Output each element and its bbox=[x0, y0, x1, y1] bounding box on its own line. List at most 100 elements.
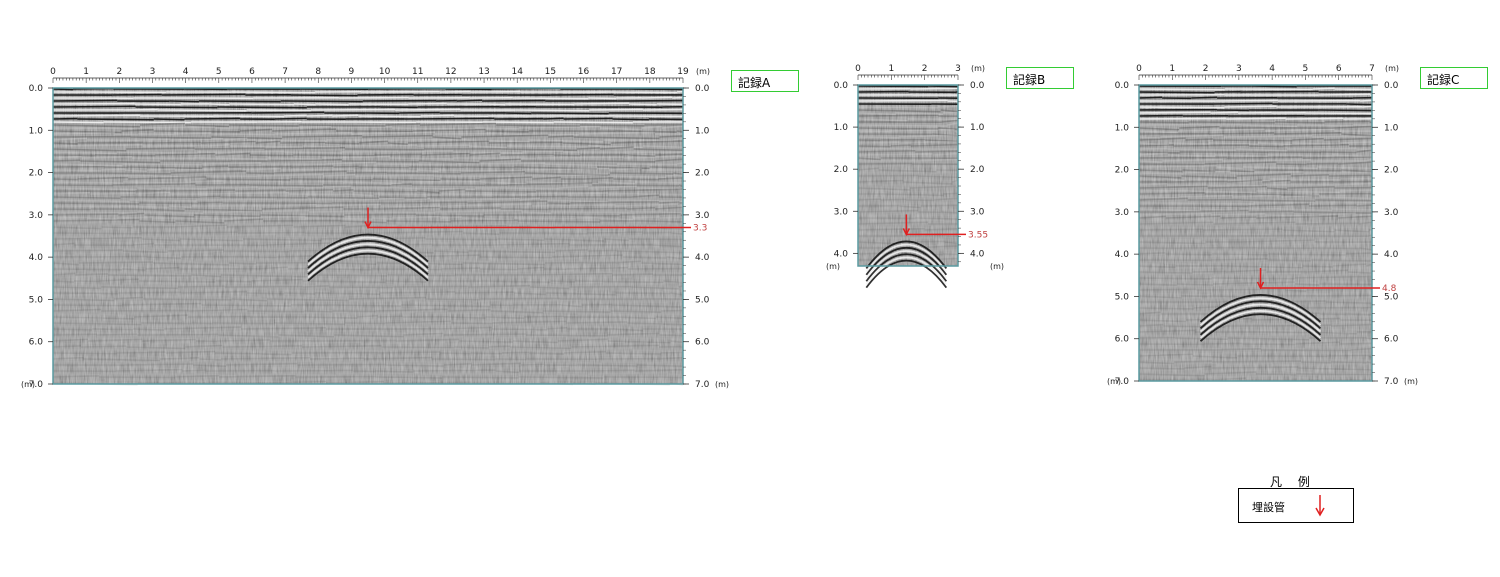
reflection-band bbox=[284, 152, 342, 153]
reflection-band bbox=[451, 323, 492, 324]
reflection-band bbox=[1306, 113, 1372, 114]
reflection-band bbox=[229, 104, 294, 105]
reflection-band bbox=[169, 101, 199, 102]
reflection-band bbox=[421, 115, 454, 116]
reflection-band bbox=[858, 137, 899, 138]
reflection-band bbox=[637, 188, 676, 189]
reflection-band bbox=[566, 337, 587, 338]
reflection-band bbox=[1209, 143, 1258, 144]
reflection-band bbox=[255, 361, 312, 362]
reflection-band bbox=[294, 104, 315, 105]
reflection-band bbox=[932, 172, 958, 173]
x-tick-label: 15 bbox=[545, 67, 556, 77]
reflection-band bbox=[304, 317, 357, 318]
reflection-band bbox=[533, 325, 563, 326]
reflection-band bbox=[574, 296, 620, 297]
reflection-band bbox=[928, 86, 958, 87]
reflection-band bbox=[1319, 284, 1372, 285]
reflection-band bbox=[231, 92, 315, 93]
reflection-band bbox=[660, 217, 683, 218]
reflection-band bbox=[213, 116, 284, 117]
x-tick-label: 6 bbox=[1336, 64, 1342, 74]
reflection-band bbox=[53, 115, 140, 116]
reflection-band bbox=[247, 259, 300, 260]
reflection-band bbox=[345, 149, 424, 150]
reflection-band bbox=[440, 217, 461, 218]
reflection-band bbox=[175, 169, 242, 170]
reflection-band bbox=[1268, 260, 1311, 261]
depth-tick-label-left: 0.0 bbox=[1115, 81, 1130, 91]
reflection-band bbox=[858, 115, 938, 116]
reflection-band bbox=[397, 202, 468, 203]
reflection-band bbox=[280, 142, 325, 143]
reflection-band bbox=[329, 305, 401, 306]
reflection-band bbox=[354, 191, 418, 192]
x-tick-label: 2 bbox=[922, 64, 928, 74]
reflection-band bbox=[1139, 197, 1179, 198]
reflection-band bbox=[574, 103, 629, 104]
reflection-band bbox=[547, 203, 570, 204]
reflection-band bbox=[1139, 278, 1212, 279]
reflection-band bbox=[53, 259, 82, 260]
reflection-band bbox=[1303, 266, 1333, 267]
reflection-band bbox=[1174, 361, 1212, 362]
reflection-band bbox=[619, 368, 655, 369]
reflection-band bbox=[92, 329, 133, 330]
reflection-band bbox=[324, 269, 371, 270]
reflection-band bbox=[53, 269, 122, 270]
reflection-band bbox=[206, 179, 290, 180]
reflection-band bbox=[247, 110, 311, 111]
reflection-band bbox=[169, 374, 195, 375]
reflection-band bbox=[1211, 259, 1268, 260]
depth-tick-label-left: 5.0 bbox=[1115, 292, 1130, 302]
reflection-band bbox=[337, 295, 363, 296]
reflection-band bbox=[1336, 172, 1372, 173]
reflection-band bbox=[386, 281, 427, 282]
reflection-band bbox=[354, 170, 418, 171]
reflection-band bbox=[522, 151, 563, 152]
reflection-band bbox=[1256, 374, 1296, 375]
reflection-band bbox=[389, 244, 432, 245]
reflection-band bbox=[53, 175, 84, 176]
reflection-band bbox=[275, 199, 358, 200]
reflection-band bbox=[580, 125, 644, 126]
x-unit-label: (m) bbox=[1385, 64, 1399, 73]
reflection-band bbox=[178, 295, 229, 296]
reflection-band bbox=[1268, 155, 1333, 156]
depth-tick-label-left: 0.0 bbox=[29, 84, 44, 94]
reflection-band bbox=[147, 169, 175, 170]
reflection-band bbox=[644, 356, 683, 357]
reflection-band bbox=[635, 272, 683, 273]
reflection-band bbox=[247, 311, 304, 312]
reflection-band bbox=[53, 203, 139, 204]
reflection-band bbox=[204, 229, 293, 230]
reflection-band bbox=[1139, 311, 1208, 312]
reflection-band bbox=[117, 217, 152, 218]
reflection-band bbox=[1249, 211, 1294, 212]
reflection-band bbox=[513, 98, 589, 99]
reflection-band bbox=[53, 100, 117, 101]
reflection-band bbox=[331, 127, 392, 128]
x-tick-label: 10 bbox=[379, 67, 391, 77]
depth-tick-label-left: 3.0 bbox=[29, 211, 44, 221]
reflection-band bbox=[1295, 223, 1358, 224]
reflection-band bbox=[1276, 164, 1306, 165]
depth-tick-label-right: 2.0 bbox=[970, 165, 985, 175]
reflection-band bbox=[890, 208, 939, 209]
reflection-band bbox=[97, 334, 137, 335]
reflection-band bbox=[248, 326, 318, 327]
reflection-band bbox=[440, 179, 479, 180]
reflection-band bbox=[394, 368, 451, 369]
reflection-band bbox=[557, 193, 608, 194]
reflection-band bbox=[503, 134, 578, 135]
reflection-band bbox=[1139, 112, 1211, 113]
reflection-band bbox=[154, 131, 240, 132]
reflection-band bbox=[455, 292, 514, 293]
reflection-band bbox=[166, 190, 235, 191]
reflection-band bbox=[943, 112, 958, 113]
reflection-band bbox=[1202, 370, 1286, 371]
reflection-band bbox=[432, 359, 495, 360]
reflection-band bbox=[374, 194, 441, 195]
reflection-band bbox=[1321, 152, 1356, 153]
reflection-band bbox=[1211, 367, 1298, 368]
